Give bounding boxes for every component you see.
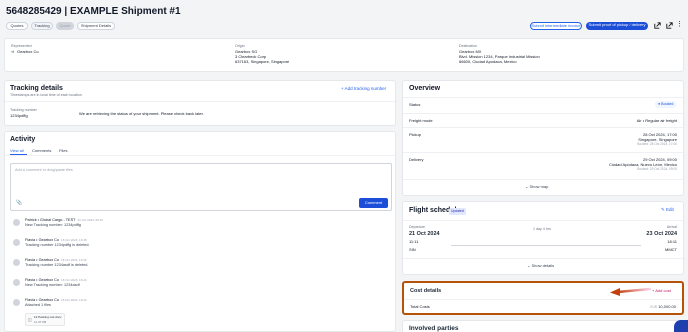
origin-label: Origin bbox=[235, 44, 245, 48]
involved-parties-title: Involved parties bbox=[409, 325, 459, 332]
tab-tracking[interactable]: Tracking bbox=[31, 22, 53, 30]
arrival-date: 23 Oct 2024 bbox=[646, 231, 677, 237]
overview-card: Overview Status ● Booked Freight mode Ai… bbox=[402, 80, 684, 196]
comment-button[interactable]: Comment bbox=[359, 198, 388, 208]
avatar bbox=[13, 239, 20, 246]
departure-time: 11:11 bbox=[409, 239, 419, 244]
tab-files[interactable]: Files bbox=[59, 148, 67, 153]
tab-quote[interactable]: Quote bbox=[56, 22, 74, 30]
tab-quotes[interactable]: Quotes bbox=[6, 22, 28, 30]
currency-code: EUR bbox=[650, 305, 658, 309]
activity-message: Attached 1 files bbox=[25, 303, 51, 307]
submit-intermediate-invoice-button[interactable]: Submit intermediate invoice bbox=[530, 22, 582, 30]
edit-flight-button[interactable]: ✎ Edit bbox=[661, 207, 674, 213]
activity-time: 18 Oct 2024, 16:22 bbox=[61, 298, 87, 302]
total-amount: 10,000.00 bbox=[658, 304, 676, 309]
tracking-details-card: Tracking details Timestamps are in local… bbox=[4, 80, 396, 126]
activity-time: 18 Oct 2024, 16:36 bbox=[61, 258, 87, 262]
departure-date: 21 Oct 2024 bbox=[409, 231, 440, 237]
show-map-button[interactable]: ⌄ Show map bbox=[525, 184, 548, 189]
avatar bbox=[13, 279, 20, 286]
arrival-time: 18:11 bbox=[667, 239, 677, 244]
activity-time: 18 Oct 2024, 16:24 bbox=[61, 278, 87, 282]
activity-message: New Tracking number: 1234asdf bbox=[25, 283, 80, 287]
total-costs-label: Total Costs bbox=[410, 304, 430, 309]
chat-icon[interactable] bbox=[674, 320, 688, 332]
tracking-number-value: 1234pdffg bbox=[10, 113, 28, 118]
attachment-name: 12 Packing List.docx bbox=[34, 315, 62, 319]
add-tracking-number-button[interactable]: + Add tracking number bbox=[341, 86, 386, 91]
file-icon: ◫ bbox=[28, 317, 32, 322]
cost-details-title: Cost details bbox=[410, 288, 442, 294]
activity-card: Activity View all Comments Files Add a c… bbox=[4, 131, 396, 332]
activity-author: Flavia • Gearbox Co bbox=[25, 278, 60, 282]
attach-file-icon[interactable]: 📎 bbox=[16, 200, 22, 206]
overview-title: Overview bbox=[409, 85, 441, 92]
comment-input[interactable]: Add a comment or drag/paste files bbox=[15, 168, 73, 172]
attachment-chip[interactable]: ◫ 12 Packing List.docx 11.47 KB bbox=[25, 313, 65, 326]
status-label: Status bbox=[409, 102, 421, 107]
tracking-number-label: Tracking number bbox=[10, 108, 37, 112]
activity-author: Flavia • Gearbox Co bbox=[25, 238, 60, 242]
activity-time: 18 Oct 2024, 16:38 bbox=[61, 238, 87, 242]
total-costs-value: EUR 10,000.00 bbox=[650, 304, 676, 309]
pickup-booked: Booked: 28 Oct 2024, 17:00 bbox=[637, 142, 677, 146]
share-icon[interactable] bbox=[665, 21, 674, 30]
freight-mode-value: Air • Regular air freight bbox=[636, 118, 677, 123]
delivery-label: Delivery bbox=[409, 157, 424, 162]
route-line bbox=[451, 245, 641, 246]
avatar bbox=[13, 299, 20, 306]
updated-badge: Updated bbox=[449, 208, 466, 215]
arrival-label: Arrival bbox=[666, 225, 677, 229]
departure-label: Departure bbox=[409, 225, 425, 229]
parties-strip: Represented ⋖ Gearbox Co Origin Gearbox … bbox=[4, 38, 684, 72]
more-icon[interactable]: ⋮ bbox=[676, 21, 683, 30]
delivery-booked: Booked: 29 Oct 2024, 09:00 bbox=[637, 167, 677, 171]
annotation-arrow-icon bbox=[608, 283, 652, 297]
activity-message: Tracking number 1234pdffg is deleted. bbox=[25, 243, 90, 247]
status-badge: ● Booked bbox=[655, 101, 677, 108]
destination-line2: 66600, Ciudad Apodaca, Mexico bbox=[459, 59, 517, 64]
comment-box[interactable]: Add a comment or drag/paste files 📎 Comm… bbox=[10, 163, 392, 211]
submit-proof-button[interactable]: Submit proof of pickup / delivery bbox=[586, 22, 648, 30]
add-cost-button[interactable]: + Add cost bbox=[652, 288, 671, 293]
flight-duration: 1 day 4 hrs bbox=[533, 227, 551, 231]
origin-line2: 637163, Singapore, Singapore bbox=[235, 59, 290, 64]
destination-label: Destination bbox=[459, 44, 477, 48]
activity-title: Activity bbox=[10, 136, 36, 143]
open-external-icon[interactable] bbox=[653, 21, 662, 30]
avatar bbox=[13, 259, 20, 266]
tab-shipment-details[interactable]: Shipment Details bbox=[77, 22, 115, 30]
represented-value: Gearbox Co bbox=[17, 49, 39, 54]
tracking-subtitle: Timestamps are in local time of each loc… bbox=[10, 93, 82, 97]
freight-mode-label: Freight mode bbox=[409, 118, 433, 123]
activity-author: Patrick • Global Cargo - TEST bbox=[25, 218, 76, 222]
arrival-code: MMCT bbox=[665, 247, 677, 252]
departure-code: SIN bbox=[409, 247, 416, 252]
represented-label: Represented bbox=[11, 44, 32, 48]
tab-comments[interactable]: Comments bbox=[32, 148, 51, 153]
tab-view-all[interactable]: View all bbox=[10, 148, 24, 153]
share-company-icon: ⋖ bbox=[11, 49, 15, 54]
avatar bbox=[13, 219, 20, 226]
activity-message: Tracking number 1234asdf is deleted. bbox=[25, 263, 89, 267]
tracking-status-message: We are retrieving the status of your shi… bbox=[79, 111, 204, 116]
show-details-button[interactable]: ⌄ Show details bbox=[527, 263, 554, 268]
page-title: 5648285429 | EXAMPLE Shipment #1 bbox=[6, 6, 181, 17]
activity-author: Flavia • Gearbox Co bbox=[25, 258, 60, 262]
involved-parties-card: Involved parties bbox=[402, 320, 684, 332]
flight-schedule-card: Flight schedule Updated ✎ Edit Departure… bbox=[402, 201, 684, 275]
tracking-details-title: Tracking details bbox=[10, 85, 63, 92]
activity-time: 31 Oct 2024, 09:10 bbox=[77, 218, 103, 222]
activity-message: New Tracking number: 1234pdffg bbox=[25, 223, 81, 227]
attachment-size: 11.47 KB bbox=[34, 320, 47, 324]
activity-author: Flavia • Gearbox Co bbox=[25, 298, 60, 302]
pickup-label: Pickup bbox=[409, 132, 422, 137]
